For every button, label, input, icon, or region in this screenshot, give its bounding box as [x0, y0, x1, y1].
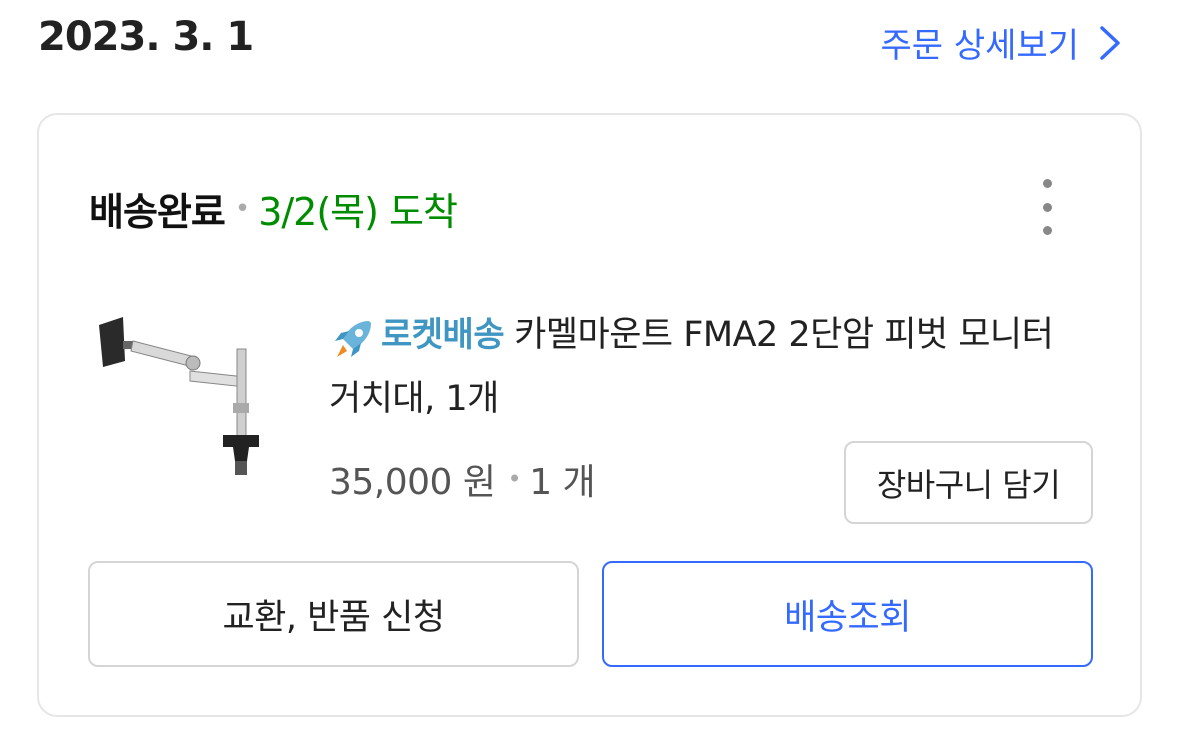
order-card: 배송완료 • 3/2(목) 도착 로켓배송 카멜마운트 FMA2 2단암 피벗 … — [37, 113, 1142, 717]
product-info[interactable]: 로켓배송 카멜마운트 FMA2 2단암 피벗 모니터 거치대, 1개 — [329, 303, 1089, 431]
exchange-return-button[interactable]: 교환, 반품 신청 — [88, 561, 579, 667]
separator-dot: • — [234, 193, 251, 224]
chevron-right-icon — [1100, 25, 1120, 60]
order-detail-link[interactable]: 주문 상세보기 — [881, 18, 1122, 67]
more-options-icon[interactable] — [1032, 179, 1062, 235]
price-row: 35,000 원 • 1 개 — [329, 453, 596, 505]
product-quantity: 1 개 — [529, 462, 596, 503]
rocket-delivery-label: 로켓배송 — [381, 315, 505, 355]
track-delivery-button[interactable]: 배송조회 — [602, 561, 1093, 667]
delivery-status: 배송완료 — [89, 190, 226, 234]
add-to-cart-button[interactable]: 장바구니 담기 — [844, 441, 1093, 524]
separator-dot: • — [507, 465, 522, 493]
rocket-delivery-badge: 로켓배송 — [329, 303, 505, 367]
rocket-icon — [335, 321, 371, 357]
order-detail-link-label: 주문 상세보기 — [880, 26, 1080, 66]
delivery-status-row: 배송완료 • 3/2(목) 도착 — [89, 181, 458, 236]
order-date: 2023. 3. 1 — [38, 14, 254, 60]
product-image[interactable] — [95, 311, 275, 481]
arrival-date: 3/2(목) 도착 — [258, 190, 458, 234]
product-price: 35,000 원 — [329, 462, 496, 503]
